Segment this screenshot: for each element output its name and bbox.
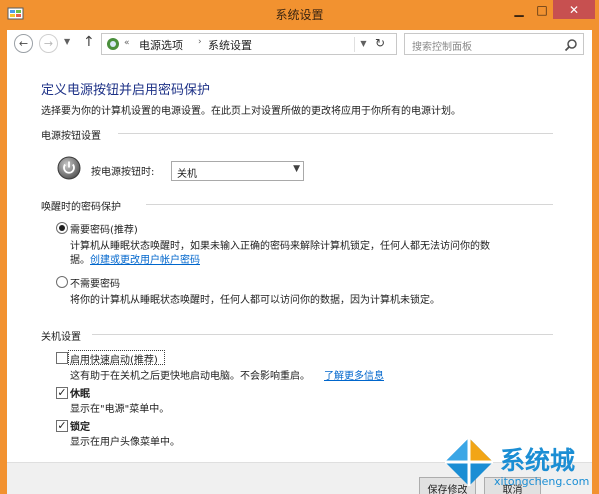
close-button[interactable]: ✕ <box>553 0 595 19</box>
refresh-icon[interactable]: ↻ <box>375 36 385 50</box>
require-password-description-cont: 据。 <box>70 255 90 266</box>
lock-description: 显示在用户头像菜单中。 <box>70 437 180 448</box>
hibernate-description: 显示在"电源"菜单中。 <box>70 404 170 415</box>
title-bar: 系统设置 ▁ □ ✕ <box>0 0 599 30</box>
search-box[interactable]: 搜索控制面板 <box>404 33 584 55</box>
window-content: ← → ▼ ↑ « 电源选项 › 系统设置 ▼ ↻ 搜索控制面板 定义电源按钮并… <box>7 30 592 494</box>
page-title: 定义电源按钮并启用密码保护 <box>41 83 211 98</box>
no-password-description: 将你的计算机从睡眠状态唤醒时，任何人都可以访问你的数据，因为计算机未锁定。 <box>70 295 440 306</box>
back-button[interactable]: ← <box>14 34 33 53</box>
control-panel-icon <box>107 38 119 50</box>
breadcrumb-prefix: « <box>124 38 130 48</box>
power-button-settings-title: 电源按钮设置 <box>41 131 101 142</box>
navigation-bar: ← → ▼ ↑ « 电源选项 › 系统设置 ▼ ↻ 搜索控制面板 <box>7 30 592 58</box>
fast-startup-checkbox[interactable] <box>56 352 68 364</box>
maximize-button[interactable]: □ <box>531 0 553 19</box>
power-button-action-value: 关机 <box>177 169 197 180</box>
power-icon <box>57 156 81 180</box>
recent-locations-icon[interactable]: ▼ <box>64 37 70 46</box>
divider <box>118 133 553 134</box>
divider <box>92 334 553 335</box>
wake-password-title: 唤醒时的密码保护 <box>41 202 121 213</box>
chevron-down-icon[interactable]: ▼ <box>354 37 372 52</box>
require-password-description: 计算机从睡眠状态唤醒时，如果未输入正确的密码来解除计算机锁定，任何人都无法访问你… <box>70 241 490 252</box>
hibernate-checkbox[interactable]: ✓ <box>56 387 68 399</box>
watermark-url: xitongcheng.com <box>494 475 590 488</box>
windows-logo-watermark <box>445 438 493 486</box>
divider <box>146 204 553 205</box>
change-password-link[interactable]: 创建或更改用户帐户密码 <box>90 251 200 266</box>
forward-button[interactable]: → <box>39 34 58 53</box>
watermark-brand: 系统城 <box>500 446 576 475</box>
up-arrow-icon[interactable]: ↑ <box>83 34 95 50</box>
page-description: 选择要为你的计算机设置的电源设置。在此页上对设置所做的更改将应用于你所有的电源计… <box>41 106 461 117</box>
require-password-radio[interactable] <box>56 222 68 234</box>
no-password-label[interactable]: 不需要密码 <box>70 275 120 290</box>
chevron-right-icon[interactable]: › <box>198 37 202 47</box>
fast-startup-label[interactable]: 启用快速启动(推荐) <box>70 351 158 366</box>
fast-startup-description: 这有助于在关机之后更快地启动电脑。不会影响重启。 <box>70 371 310 382</box>
lock-label[interactable]: 锁定 <box>70 418 90 433</box>
power-button-action-select[interactable]: 关机 ▼ <box>171 161 304 181</box>
require-password-label[interactable]: 需要密码(推荐) <box>70 221 138 236</box>
search-input[interactable]: 搜索控制面板 <box>412 38 472 53</box>
power-button-action-label: 按电源按钮时: <box>91 167 155 178</box>
breadcrumb-power-options[interactable]: 电源选项 <box>139 37 183 53</box>
no-password-radio[interactable] <box>56 276 68 288</box>
lock-checkbox[interactable]: ✓ <box>56 420 68 432</box>
breadcrumb-system-settings[interactable]: 系统设置 <box>208 37 252 53</box>
address-bar[interactable]: « 电源选项 › 系统设置 ▼ ↻ <box>101 33 397 55</box>
hibernate-label[interactable]: 休眠 <box>70 385 90 400</box>
search-icon[interactable] <box>564 38 578 52</box>
shutdown-settings-title: 关机设置 <box>41 332 81 343</box>
learn-more-link[interactable]: 了解更多信息 <box>324 367 384 382</box>
minimize-button[interactable]: ▁ <box>507 0 531 19</box>
chevron-down-icon: ▼ <box>293 164 300 174</box>
